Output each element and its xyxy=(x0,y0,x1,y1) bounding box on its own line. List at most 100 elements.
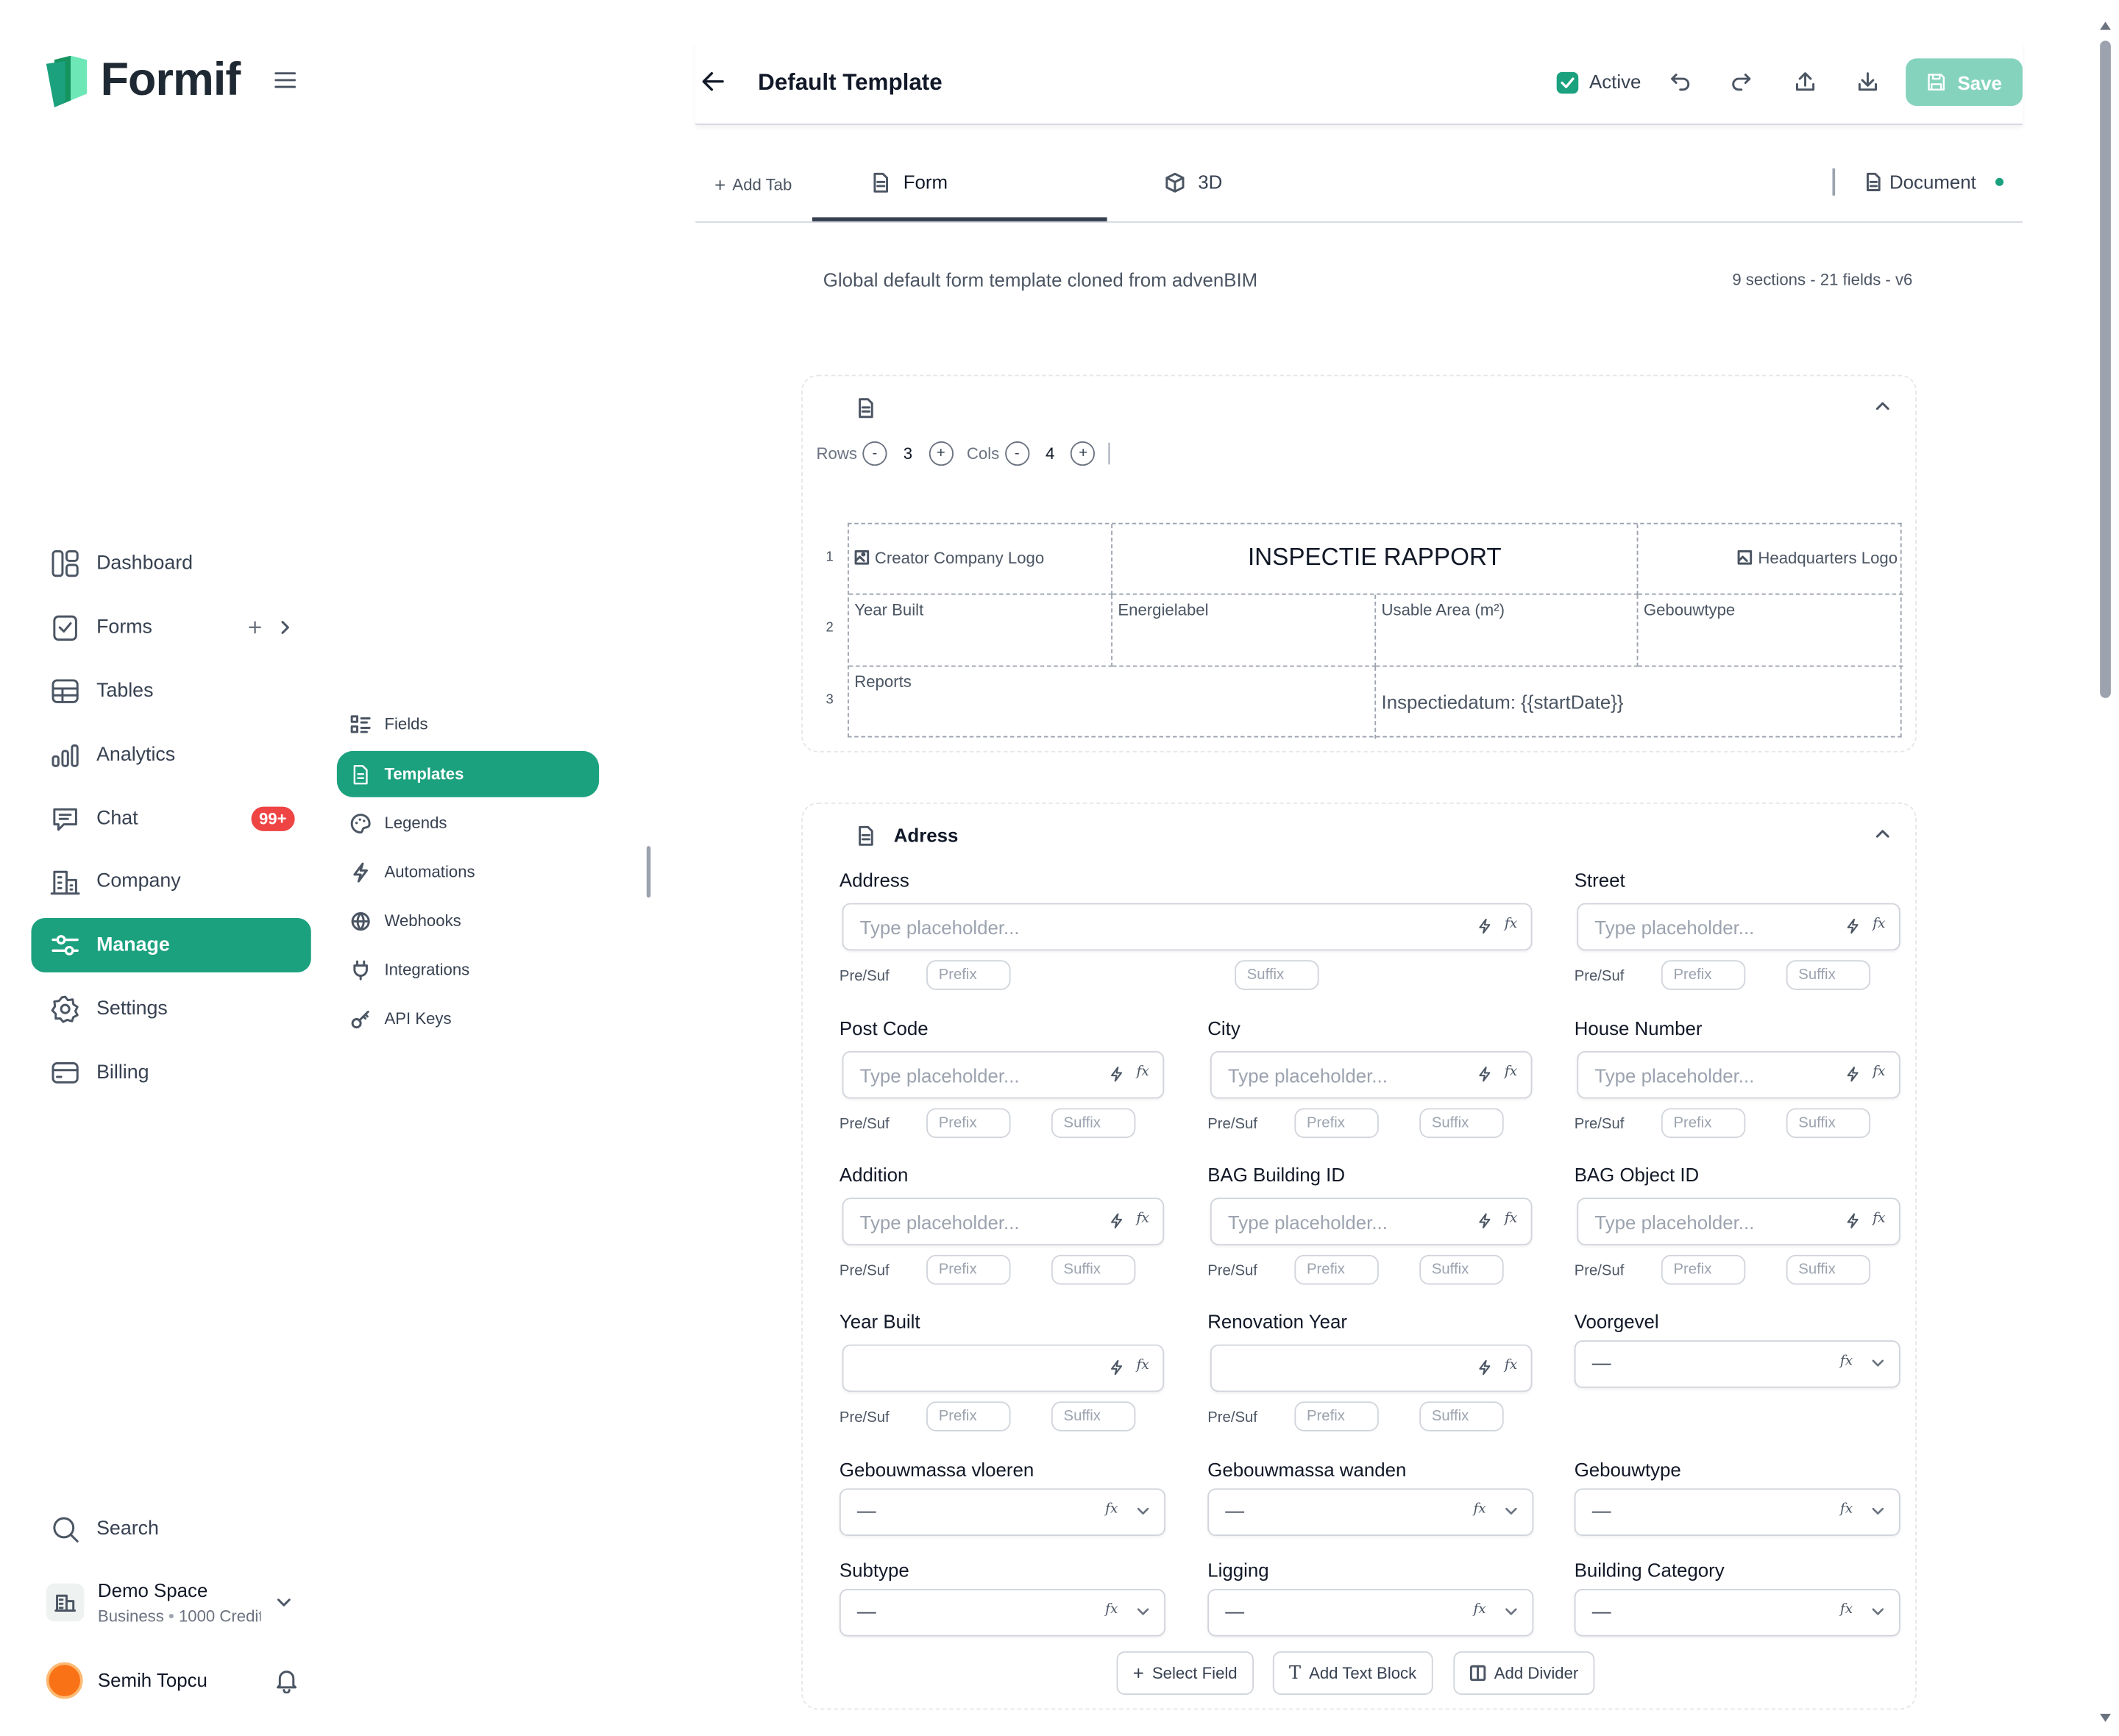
subnav-item-fields[interactable]: Fields xyxy=(337,701,599,747)
fx-icon[interactable]: fx xyxy=(1840,1602,1853,1617)
grid-cell-inspectiedatum[interactable]: Inspectiedatum: {{startDate}} xyxy=(1376,666,1903,739)
field-input-house-number[interactable]: Type placeholder... fx xyxy=(1577,1050,1900,1099)
bolt-icon[interactable] xyxy=(1108,1213,1124,1229)
chevron-right-icon[interactable] xyxy=(278,619,291,636)
fx-icon[interactable]: fx xyxy=(1840,1354,1853,1369)
fx-icon[interactable]: fx xyxy=(1105,1602,1118,1617)
suffix-input[interactable]: Suffix xyxy=(1419,1401,1504,1431)
upload-icon[interactable] xyxy=(1793,69,1817,93)
download-icon[interactable] xyxy=(1856,69,1880,93)
grid-cell-creator-logo[interactable]: Creator Company Logo xyxy=(848,524,1112,595)
field-select-gebouwmassa-vloeren[interactable]: — fx xyxy=(839,1488,1165,1536)
fx-icon[interactable]: fx xyxy=(1505,1212,1517,1226)
field-input-addition[interactable]: Type placeholder... fx xyxy=(842,1198,1165,1245)
suffix-input[interactable]: Suffix xyxy=(1786,1254,1871,1285)
field-input-bag-object-id[interactable]: Type placeholder... fx xyxy=(1577,1198,1900,1245)
prefix-input[interactable]: Prefix xyxy=(926,1254,1011,1285)
search-button[interactable]: Search xyxy=(31,1502,310,1557)
chevron-down-icon[interactable] xyxy=(1870,1607,1885,1618)
suffix-input[interactable]: Suffix xyxy=(1786,1108,1871,1139)
nav-item-analytics[interactable]: Analytics xyxy=(31,728,310,783)
nav-item-manage[interactable]: Manage xyxy=(31,917,311,972)
prefix-input[interactable]: Prefix xyxy=(926,1401,1011,1431)
cols-decrement-button[interactable]: - xyxy=(1004,441,1029,466)
back-arrow-icon[interactable] xyxy=(701,71,725,93)
prefix-input[interactable]: Prefix xyxy=(1661,1108,1746,1139)
fx-icon[interactable]: fx xyxy=(1137,1064,1149,1079)
menu-toggle-icon[interactable] xyxy=(271,68,299,92)
nav-item-dashboard[interactable]: Dashboard xyxy=(31,536,310,591)
chevron-down-icon[interactable] xyxy=(1870,1358,1885,1369)
bolt-icon[interactable] xyxy=(1477,1359,1493,1376)
suffix-input[interactable]: Suffix xyxy=(1419,1108,1504,1139)
grid-cell-hq-logo[interactable]: Headquarters Logo xyxy=(1638,524,1903,595)
suffix-input[interactable]: Suffix xyxy=(1051,1254,1136,1285)
suffix-input[interactable]: Suffix xyxy=(1419,1254,1504,1285)
bolt-icon[interactable] xyxy=(1845,918,1861,934)
suffix-input[interactable]: Suffix xyxy=(1051,1108,1136,1139)
chevron-down-icon[interactable] xyxy=(1135,1506,1150,1517)
fx-icon[interactable]: fx xyxy=(1473,1602,1486,1617)
add-form-icon[interactable]: + xyxy=(248,613,262,642)
subnav-item-webhooks[interactable]: Webhooks xyxy=(337,897,599,944)
field-select-gebouwmassa-wanden[interactable]: — fx xyxy=(1207,1488,1534,1536)
suffix-input[interactable]: Suffix xyxy=(1235,960,1319,990)
nav-item-settings[interactable]: Settings xyxy=(31,982,310,1036)
subnav-item-templates[interactable]: Templates xyxy=(336,750,600,797)
add-divider-button[interactable]: Add Divider xyxy=(1453,1651,1595,1695)
subnav-scroll-indicator[interactable] xyxy=(646,846,651,898)
prefix-input[interactable]: Prefix xyxy=(1661,1254,1746,1285)
bolt-icon[interactable] xyxy=(1477,1066,1493,1082)
suffix-input[interactable]: Suffix xyxy=(1786,960,1871,990)
prefix-input[interactable]: Prefix xyxy=(1294,1401,1379,1431)
nav-item-chat[interactable]: Chat 99+ xyxy=(31,791,310,846)
save-button[interactable]: Save xyxy=(1906,58,2023,106)
redo-icon[interactable] xyxy=(1731,71,1753,93)
nav-item-forms[interactable]: Forms + xyxy=(31,600,310,655)
fx-icon[interactable]: fx xyxy=(1137,1212,1149,1226)
cols-increment-button[interactable]: + xyxy=(1071,441,1096,466)
chevron-down-icon[interactable] xyxy=(276,1596,292,1609)
field-input-year-built[interactable]: fx xyxy=(842,1344,1165,1392)
chevron-down-icon[interactable] xyxy=(1504,1506,1519,1517)
nav-item-billing[interactable]: Billing xyxy=(31,1046,310,1100)
active-checkbox[interactable] xyxy=(1556,71,1579,94)
nav-item-company[interactable]: Company xyxy=(31,854,310,908)
subnav-item-automations[interactable]: Automations xyxy=(337,849,599,895)
collapse-icon[interactable] xyxy=(1875,401,1891,412)
prefix-input[interactable]: Prefix xyxy=(926,1108,1011,1139)
grid-cell-usable-area[interactable]: Usable Area (m²) xyxy=(1376,594,1639,667)
prefix-input[interactable]: Prefix xyxy=(1294,1254,1379,1285)
add-text-block-button[interactable]: T Add Text Block xyxy=(1272,1651,1433,1695)
field-input-address[interactable]: Type placeholder... fx xyxy=(842,903,1533,951)
chevron-down-icon[interactable] xyxy=(1870,1506,1885,1517)
fx-icon[interactable]: fx xyxy=(1840,1502,1853,1517)
field-select-building-category[interactable]: — fx xyxy=(1574,1588,1900,1637)
nav-item-tables[interactable]: Tables xyxy=(31,664,310,719)
bolt-icon[interactable] xyxy=(1845,1066,1861,1082)
field-input-city[interactable]: Type placeholder... fx xyxy=(1210,1050,1533,1099)
add-tab-button[interactable]: + Add Tab xyxy=(714,174,792,196)
subnav-item-legends[interactable]: Legends xyxy=(337,800,599,846)
workspace-switcher[interactable]: Demo Space Business • 1000 Credits xyxy=(98,1579,261,1626)
field-select-ligging[interactable]: — fx xyxy=(1207,1588,1534,1637)
bolt-icon[interactable] xyxy=(1108,1359,1124,1376)
grid-cell-year-built[interactable]: Year Built xyxy=(848,594,1112,667)
tab-form[interactable]: Form xyxy=(872,171,948,193)
page-scrollbar[interactable] xyxy=(2092,0,2119,1735)
bolt-icon[interactable] xyxy=(1108,1066,1124,1082)
rows-decrement-button[interactable]: - xyxy=(862,441,887,466)
grid-cell-gebouwtype[interactable]: Gebouwtype xyxy=(1638,595,1903,667)
fx-icon[interactable]: fx xyxy=(1873,1212,1885,1226)
prefix-input[interactable]: Prefix xyxy=(1294,1108,1379,1139)
grid-cell-title[interactable]: INSPECTIE RAPPORT xyxy=(1112,524,1639,595)
select-field-button[interactable]: + Select Field xyxy=(1116,1651,1254,1695)
field-input-post-code[interactable]: Type placeholder... fx xyxy=(842,1050,1165,1099)
subnav-item-integrations[interactable]: Integrations xyxy=(337,947,599,993)
tab-3d[interactable]: 3D xyxy=(1165,171,1222,193)
grid-cell-reports[interactable]: Reports xyxy=(849,666,1377,739)
fx-icon[interactable]: fx xyxy=(1473,1502,1486,1517)
bolt-icon[interactable] xyxy=(1477,1213,1493,1229)
collapse-icon[interactable] xyxy=(1875,828,1891,839)
rows-increment-button[interactable]: + xyxy=(929,441,954,466)
